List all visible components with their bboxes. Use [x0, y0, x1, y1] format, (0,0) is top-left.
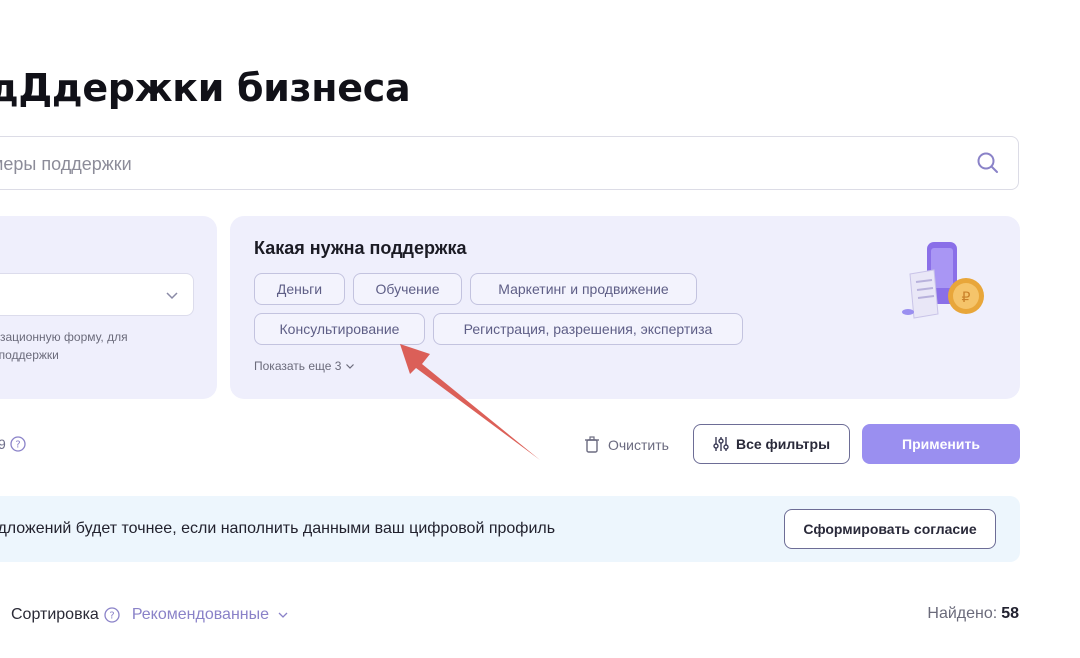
counter-value: 9 — [0, 436, 6, 452]
search-input[interactable] — [0, 137, 953, 191]
show-more-link[interactable]: Показать еще 3 — [254, 359, 355, 373]
chevron-down-icon — [166, 292, 178, 300]
svg-text:?: ? — [109, 611, 114, 622]
chevron-down-icon — [346, 364, 355, 369]
sort-row: Сортировка ? Рекомендованные — [11, 604, 289, 626]
org-form-card: анизационную форму, для ры поддержки — [0, 216, 217, 399]
sort-label: Сортировка — [11, 606, 99, 623]
chevron-down-icon — [278, 612, 288, 618]
apply-button[interactable]: Применить — [862, 424, 1020, 464]
chip-education[interactable]: Обучение — [353, 273, 462, 305]
support-title: Какая нужна поддержка — [254, 238, 467, 258]
search-icon[interactable] — [976, 151, 1000, 175]
form-consent-button[interactable]: Сформировать согласие — [784, 509, 996, 549]
all-filters-button[interactable]: Все фильтры — [693, 424, 850, 464]
search-box[interactable] — [0, 136, 1019, 191]
page-title: дДдержки бизнеса — [0, 66, 411, 110]
svg-text:₽: ₽ — [962, 290, 971, 306]
clear-button[interactable]: Очистить — [584, 434, 669, 456]
org-form-select[interactable] — [0, 273, 194, 316]
all-filters-label: Все фильтры — [735, 436, 831, 452]
filter-sliders-icon — [713, 437, 729, 451]
found-number: 58 — [1001, 605, 1019, 622]
trash-icon — [585, 436, 599, 453]
sort-value: Рекомендованные — [131, 606, 270, 623]
org-form-hint: анизационную форму, для ры поддержки — [0, 330, 128, 362]
clear-label: Очистить — [608, 437, 669, 453]
chip-money[interactable]: Деньги — [254, 273, 345, 305]
found-count: Найдено: 58 — [927, 605, 1019, 623]
banner-text: редложений будет точнее, если наполнить … — [0, 520, 556, 537]
digital-profile-banner: редложений будет точнее, если наполнить … — [0, 496, 1020, 562]
phone-coin-illustration-icon: ₽ — [902, 242, 984, 319]
help-icon[interactable]: ? — [104, 607, 120, 623]
svg-text:?: ? — [15, 440, 20, 451]
show-more-label: Показать еще 3 — [254, 359, 342, 373]
found-label: Найдено: — [927, 605, 998, 622]
sort-select[interactable]: Рекомендованные — [132, 606, 289, 624]
selected-counter: 9 ? — [0, 436, 26, 452]
annotation-arrow-icon — [400, 344, 540, 460]
help-icon[interactable]: ? — [10, 436, 26, 452]
chip-marketing[interactable]: Маркетинг и продвижение — [470, 273, 697, 305]
